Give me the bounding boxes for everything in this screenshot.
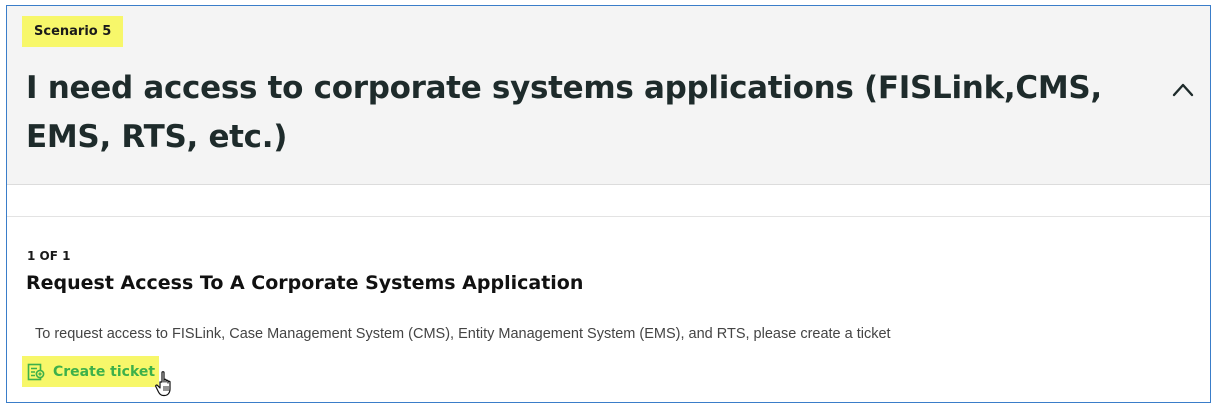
item-count: 1 OF 1 xyxy=(27,249,71,263)
item-title: Request Access To A Corporate Systems Ap… xyxy=(26,272,584,294)
item-description: To request access to FISLink, Case Manag… xyxy=(35,326,891,342)
scenario-badge: Scenario 5 xyxy=(22,16,124,47)
scenario-title: I need access to corporate systems appli… xyxy=(26,70,1102,155)
ticket-icon xyxy=(27,363,45,380)
hand-pointer-icon xyxy=(155,371,171,397)
create-ticket-button[interactable]: Create ticket xyxy=(22,356,160,387)
create-ticket-label: Create ticket xyxy=(53,363,156,380)
scenario-panel: Scenario 5 I need access to corporate sy… xyxy=(6,5,1211,403)
section-divider xyxy=(7,216,1210,217)
chevron-up-icon[interactable] xyxy=(1172,81,1194,97)
scenario-header: Scenario 5 I need access to corporate sy… xyxy=(7,6,1210,185)
